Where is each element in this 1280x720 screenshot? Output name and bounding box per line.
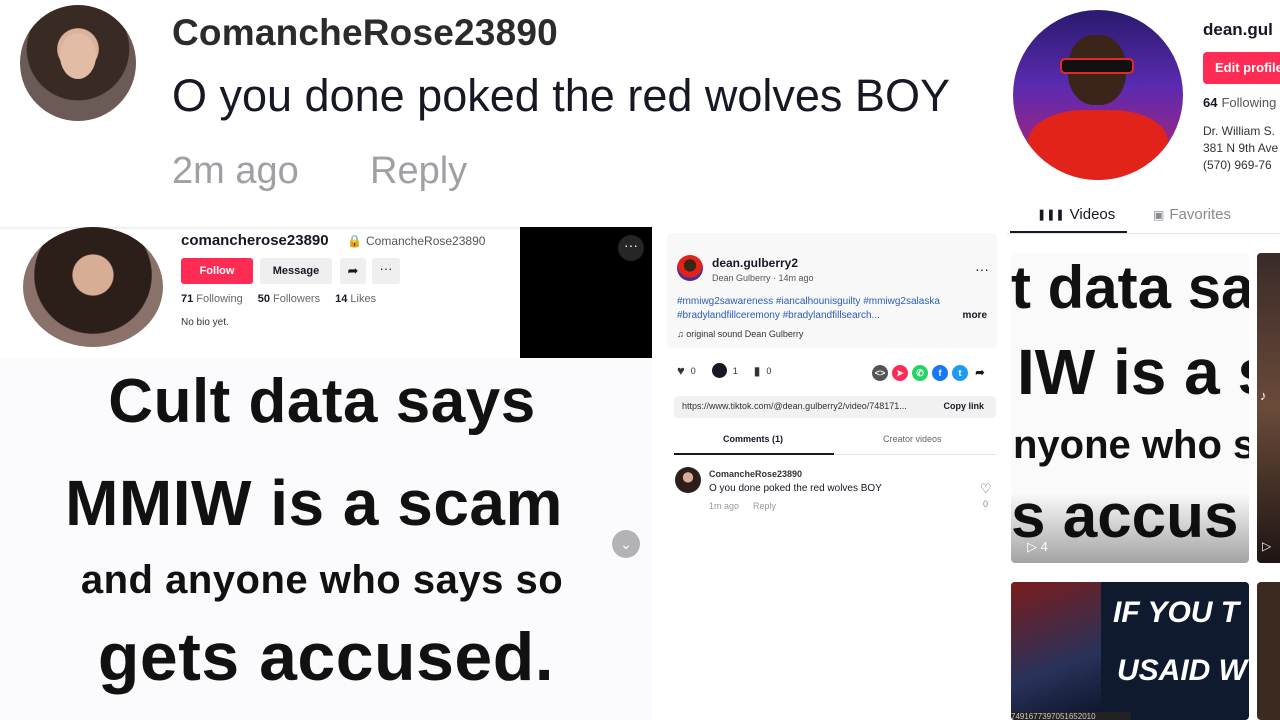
commenter-avatar[interactable] — [20, 5, 136, 121]
thumbnail-text: IW is a s — [1017, 336, 1249, 408]
thumbnail-text: USAID W — [1117, 654, 1247, 687]
tab-creator-videos[interactable]: Creator videos — [883, 434, 942, 444]
more-options-icon[interactable]: ··· — [618, 235, 644, 261]
more-options-icon[interactable]: ··· — [975, 261, 989, 277]
video-description: dean.gulberry2 Dean Gulberry · 14m ago ·… — [667, 233, 997, 348]
video-text-line: MMIW is a scam — [65, 467, 563, 539]
comment-time: 2m ago — [172, 150, 299, 192]
more-link[interactable]: more — [963, 309, 987, 323]
author-avatar[interactable] — [677, 255, 703, 281]
zoomed-comment: ComancheRose23890 O you done poked the r… — [0, 0, 1005, 225]
video-grid: t data sa IW is a s nyone who s s accus … — [1007, 250, 1280, 720]
comment-text: O you done poked the red wolves BOY — [172, 70, 950, 121]
whatsapp-icon[interactable]: ✆ — [912, 365, 928, 381]
tab-underline — [674, 453, 834, 455]
profile-bio: No bio yet. — [181, 317, 229, 328]
reply-button[interactable]: Reply — [370, 150, 467, 193]
thumbnail-text: t data sa — [1011, 254, 1249, 321]
share-arrow-icon[interactable]: ➦ — [972, 365, 988, 381]
music-note-icon: ♫ — [677, 329, 684, 339]
sound-link[interactable]: ♫ original sound Dean Gulberry — [677, 329, 803, 339]
facebook-icon[interactable]: f — [932, 365, 948, 381]
reply-button[interactable]: Reply — [753, 501, 776, 511]
commenter-avatar[interactable] — [675, 467, 701, 493]
bookmark-icon: ▣ — [1153, 207, 1165, 222]
rose-profile-header: comancherose23890 🔒 ComancheRose23890 Fo… — [0, 227, 520, 357]
thumbnail-text: IF YOU T — [1113, 596, 1240, 629]
video-text-line: gets accused. — [97, 619, 555, 695]
heart-icon[interactable]: ♡ — [980, 481, 992, 497]
comment-text: O you done poked the red wolves BOY — [709, 483, 882, 494]
tab-underline — [1010, 231, 1127, 233]
profile-tabs: ❚❚❚ Videos ▣ Favorites — [1005, 200, 1280, 234]
video-frame-text: Cult data says MMIW is a scam and anyone… — [0, 358, 652, 720]
profile-avatar[interactable] — [1013, 10, 1183, 180]
send-icon[interactable]: ➤ — [892, 365, 908, 381]
view-count: ▷ 4 — [1027, 539, 1048, 554]
video-thumbnail[interactable]: ♪ ▷ — [1257, 253, 1280, 563]
share-options: <> ➤ ✆ f t ➦ — [872, 365, 988, 381]
video-details-panel: dean.gulberry2 Dean Gulberry · 14m ago ·… — [652, 227, 1007, 720]
lock-icon: 🔒 — [347, 234, 362, 248]
comment-tabs: Comments (1) Creator videos — [674, 429, 996, 455]
profile-nickname: ComancheRose23890 — [366, 234, 486, 248]
twitter-icon[interactable]: t — [952, 365, 968, 381]
tab-favorites[interactable]: ▣ Favorites — [1153, 206, 1231, 223]
save-button[interactable]: ▮ 0 — [754, 364, 772, 378]
follow-button[interactable]: Follow — [181, 258, 253, 284]
comment-like-count: 0 — [983, 499, 989, 509]
copy-link-button[interactable]: Copy link — [943, 401, 984, 411]
comment-icon — [711, 363, 727, 378]
comment-time: 1m ago — [709, 501, 740, 511]
video-thumbnail[interactable]: t data sa IW is a s nyone who s s accus … — [1011, 253, 1249, 563]
grid-icon: ❚❚❚ — [1037, 209, 1065, 221]
play-icon: ▷ — [1027, 539, 1037, 554]
profile-username: dean.gul — [1203, 20, 1273, 39]
engagement-actions: ♥ 0 1 ▮ 0 — [677, 363, 771, 378]
chevron-down-icon[interactable]: ⌄ — [612, 530, 640, 558]
thumbnail-caption: 7491677397051652010 — [1011, 712, 1131, 720]
video-player[interactable]: ··· — [520, 227, 652, 358]
video-thumbnail[interactable]: IF YOU T USAID W 7491677397051652010 — [1011, 582, 1249, 720]
author-subline: Dean Gulberry · 14m ago — [712, 273, 814, 283]
tab-comments[interactable]: Comments (1) — [723, 434, 783, 444]
play-icon: ▷ — [1262, 539, 1272, 553]
profile-stats: 71 Following 50 Followers 14 Likes — [181, 293, 377, 305]
profile-username: comancherose23890 — [181, 232, 329, 249]
more-options-icon[interactable]: ··· — [372, 258, 400, 284]
video-text-line: and anyone who says so — [80, 558, 564, 602]
message-button[interactable]: Message — [260, 258, 332, 284]
embed-icon[interactable]: <> — [872, 365, 888, 381]
tab-videos[interactable]: ❚❚❚ Videos — [1037, 206, 1115, 223]
thumbnail-text: nyone who s — [1013, 423, 1249, 467]
edit-profile-button[interactable]: Edit profile — [1203, 52, 1280, 84]
author-username[interactable]: dean.gulberry2 — [712, 256, 798, 270]
video-thumbnail[interactable] — [1257, 582, 1280, 720]
commenter-username[interactable]: ComancheRose23890 — [709, 469, 802, 479]
comment-button[interactable]: 1 — [711, 363, 738, 378]
video-text-line: Cult data says — [108, 367, 536, 436]
hashtags[interactable]: #mmiwg2sawareness #iancalhounisguilty #m… — [677, 295, 987, 323]
following-stat[interactable]: 64 Following — [1203, 95, 1276, 110]
like-button[interactable]: ♥ 0 — [677, 363, 696, 378]
share-icon[interactable]: ➦ — [340, 258, 366, 284]
video-link[interactable]: https://www.tiktok.com/@dean.gulberry2/v… — [674, 396, 996, 418]
heart-icon: ♥ — [677, 363, 685, 378]
profile-bio: Dr. William S. 381 N 9th Ave (570) 969-7… — [1203, 124, 1279, 172]
profile-avatar[interactable] — [23, 227, 163, 347]
tiktok-logo-icon: ♪ — [1260, 388, 1267, 403]
commenter-username[interactable]: ComancheRose23890 — [172, 12, 558, 54]
dean-profile-panel: dean.gul Edit profile 64 Following Dr. Wi… — [1005, 0, 1280, 250]
bookmark-icon: ▮ — [753, 363, 761, 378]
